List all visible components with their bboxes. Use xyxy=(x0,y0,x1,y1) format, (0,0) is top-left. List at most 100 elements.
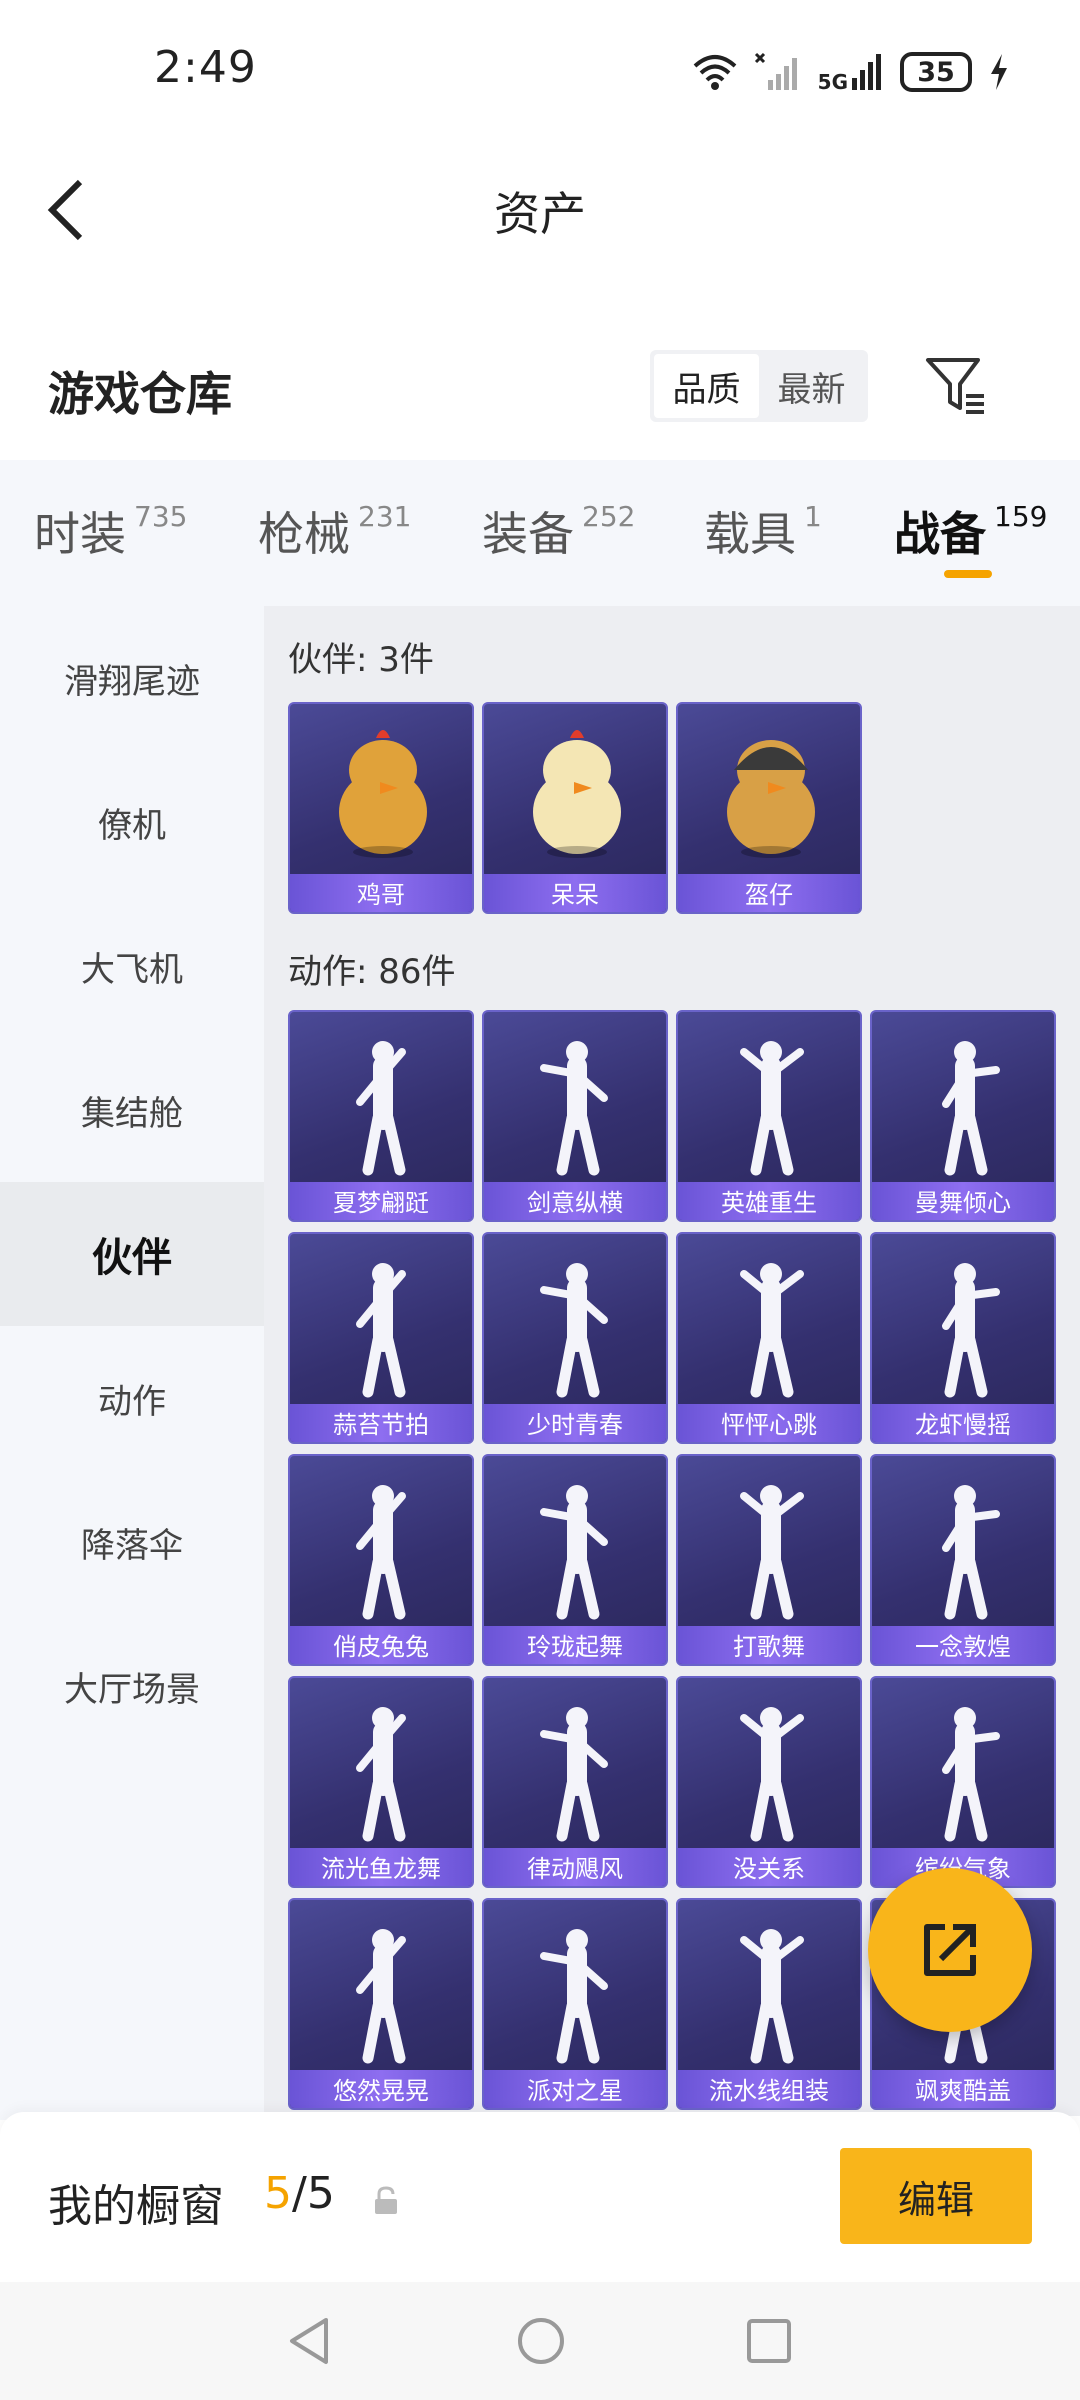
emote-card[interactable]: 曼舞倾心 xyxy=(870,1010,1056,1222)
emote-silhouette-icon xyxy=(356,1263,406,1398)
emote-card[interactable]: 律动飓风 xyxy=(482,1676,668,1888)
card-name: 俏皮兔兔 xyxy=(333,1633,429,1661)
sidebar-item-wingman[interactable]: 僚机 xyxy=(0,750,264,894)
status-time: 2:49 xyxy=(154,42,257,93)
sort-quality-option[interactable]: 品质 xyxy=(654,354,759,418)
emote-card[interactable]: 少时青春 xyxy=(482,1232,668,1444)
emote-silhouette-icon xyxy=(540,1263,608,1398)
card-name: 流光鱼龙舞 xyxy=(321,1855,441,1883)
emote-silhouette-icon xyxy=(740,1263,804,1398)
tab-label: 战备 xyxy=(894,507,986,561)
emote-card[interactable]: 剑意纵横 xyxy=(482,1010,668,1222)
companion-card[interactable]: 呆呆 xyxy=(482,702,668,914)
emote-card[interactable]: 派对之星 xyxy=(482,1898,668,2110)
emote-card[interactable]: 缤纷气象 xyxy=(870,1676,1056,1888)
page-title: 资产 xyxy=(494,187,586,241)
group-label-companions: 伙伴: 3件 xyxy=(288,640,434,680)
emote-silhouette-icon xyxy=(942,1485,1000,1620)
emote-silhouette-icon xyxy=(356,1485,406,1620)
card-name: 悠然晃晃 xyxy=(333,2077,429,2105)
emote-card[interactable]: 龙虾慢摇 xyxy=(870,1232,1056,1444)
emote-silhouette-icon xyxy=(356,1929,406,2064)
status-icons: 5G 35 xyxy=(692,48,1010,96)
warehouse-title: 游戏仓库 xyxy=(48,367,232,421)
tab-combat-gear[interactable]: 战备 159 xyxy=(894,498,1047,564)
card-name: 少时青春 xyxy=(527,1411,623,1439)
card-name: 盔仔 xyxy=(745,881,793,909)
card-name: 蒜苔节拍 xyxy=(333,1411,429,1439)
emote-silhouette-icon xyxy=(356,1707,406,1842)
battery-indicator: 35 xyxy=(900,52,972,92)
companion-card[interactable]: 鸡哥 xyxy=(288,702,474,914)
tab-count: 735 xyxy=(134,500,188,533)
companion-card[interactable]: 盔仔 xyxy=(676,702,862,914)
emote-silhouette-icon xyxy=(740,1485,804,1620)
nav-back-icon[interactable] xyxy=(274,2306,344,2376)
tab-vehicles[interactable]: 载具 1 xyxy=(704,498,822,564)
emote-silhouette-icon xyxy=(942,1707,1000,1842)
sidebar-item-airplane[interactable]: 大飞机 xyxy=(0,894,264,1038)
emote-card[interactable]: 俏皮兔兔 xyxy=(288,1454,474,1666)
card-name: 鸡哥 xyxy=(357,881,405,909)
status-bar: 2:49 5G 35 xyxy=(0,0,1080,140)
nav-recents-icon[interactable] xyxy=(734,2306,804,2376)
emote-silhouette-icon xyxy=(540,1041,608,1176)
emote-card[interactable]: 一念敦煌 xyxy=(870,1454,1056,1666)
share-export-icon xyxy=(924,1924,976,1976)
emote-silhouette-icon xyxy=(740,1707,804,1842)
emote-card[interactable]: 没关系 xyxy=(676,1676,862,1888)
emote-card[interactable]: 打歌舞 xyxy=(676,1454,862,1666)
group-label-emotes: 动作: 86件 xyxy=(288,952,456,992)
emote-card[interactable]: 英雄重生 xyxy=(676,1010,862,1222)
tab-count: 159 xyxy=(994,500,1048,533)
emote-silhouette-icon xyxy=(740,1929,804,2064)
sidebar-item-pod[interactable]: 集结舱 xyxy=(0,1038,264,1182)
card-name: 打歌舞 xyxy=(733,1633,805,1661)
subcategory-sidebar: 滑翔尾迹 僚机 大飞机 集结舱 伙伴 动作 降落伞 大厅场景 xyxy=(0,606,264,2120)
sidebar-item-glide-trail[interactable]: 滑翔尾迹 xyxy=(0,606,264,750)
filter-icon[interactable] xyxy=(922,352,988,418)
active-tab-indicator xyxy=(944,570,992,578)
nav-home-icon[interactable] xyxy=(506,2306,576,2376)
tab-weapons[interactable]: 枪械 231 xyxy=(258,498,411,564)
emote-card[interactable]: 玲珑起舞 xyxy=(482,1454,668,1666)
signal-no-sim-icon xyxy=(754,52,797,90)
showcase-bar: 我的橱窗 5/5 编辑 xyxy=(0,2112,1080,2282)
sort-latest-option[interactable]: 最新 xyxy=(759,354,864,418)
card-name: 流水线组装 xyxy=(709,2077,829,2105)
emote-card[interactable]: 悠然晃晃 xyxy=(288,1898,474,2110)
sidebar-item-parachute[interactable]: 降落伞 xyxy=(0,1470,264,1614)
sort-toggle: 品质 最新 xyxy=(650,350,868,422)
emote-silhouette-icon xyxy=(540,1707,608,1842)
emote-card[interactable]: 蒜苔节拍 xyxy=(288,1232,474,1444)
companion-figure-icon xyxy=(727,740,815,858)
companion-figure-icon xyxy=(533,730,621,858)
edit-button[interactable]: 编辑 xyxy=(840,2148,1032,2244)
emote-card[interactable]: 流水线组装 xyxy=(676,1898,862,2110)
card-name: 没关系 xyxy=(733,1855,805,1883)
share-button[interactable] xyxy=(868,1868,1032,2032)
card-name: 呆呆 xyxy=(551,881,599,909)
sidebar-item-companion[interactable]: 伙伴 xyxy=(0,1182,264,1326)
emote-silhouette-icon xyxy=(942,1263,1000,1398)
showcase-count-total: /5 xyxy=(292,2168,335,2219)
emote-silhouette-icon xyxy=(356,1041,406,1176)
tab-label: 载具 xyxy=(704,507,796,561)
signal-icon xyxy=(852,54,881,90)
sidebar-item-emote[interactable]: 动作 xyxy=(0,1326,264,1470)
emote-silhouette-icon xyxy=(540,1929,608,2064)
sidebar-item-lobby-scene[interactable]: 大厅场景 xyxy=(0,1614,264,1758)
tab-equipment[interactable]: 装备 252 xyxy=(482,498,635,564)
charging-icon xyxy=(991,54,1007,90)
card-name: 剑意纵横 xyxy=(527,1189,623,1217)
emote-card[interactable]: 流光鱼龙舞 xyxy=(288,1676,474,1888)
lock-icon xyxy=(375,2186,397,2214)
app-screen: 2:49 5G 35 资产 游戏仓库 品质 最新 时装 735 枪械 231 装… xyxy=(0,0,1080,2400)
emote-card[interactable]: 夏梦翩跹 xyxy=(288,1010,474,1222)
showcase-count: 5/5 xyxy=(264,2168,335,2219)
card-name: 曼舞倾心 xyxy=(915,1189,1011,1217)
tab-fashion[interactable]: 时装 735 xyxy=(34,498,187,564)
emote-card[interactable]: 怦怦心跳 xyxy=(676,1232,862,1444)
card-name: 怦怦心跳 xyxy=(721,1411,817,1439)
card-name: 龙虾慢摇 xyxy=(915,1411,1011,1439)
